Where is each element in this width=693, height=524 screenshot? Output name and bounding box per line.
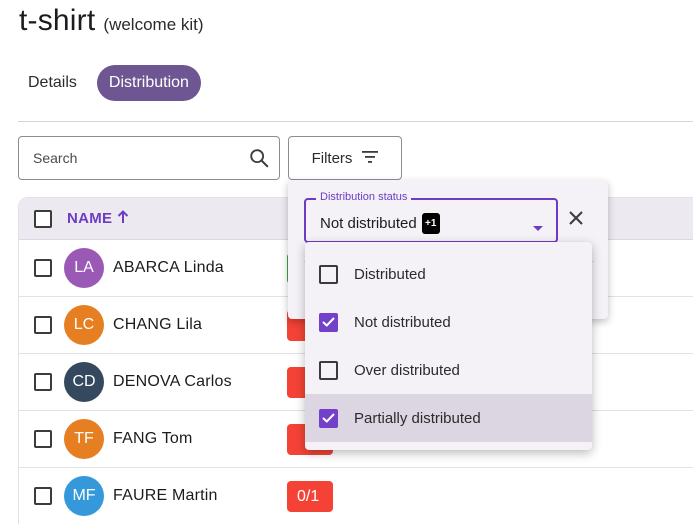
avatar: CD: [64, 362, 104, 402]
row-checkbox[interactable]: [34, 430, 52, 448]
tab-details[interactable]: Details: [16, 65, 89, 101]
page-title: t-shirt: [19, 4, 96, 37]
option-label: Distributed: [354, 265, 426, 283]
member-name: CHANG Lila: [113, 316, 203, 333]
avatar-initials: CD: [72, 373, 96, 390]
search-box[interactable]: [18, 136, 280, 180]
avatar-initials: LA: [74, 259, 94, 276]
filter-icon: [362, 150, 379, 167]
avatar-initials: LC: [73, 316, 95, 333]
checkbox-checked[interactable]: [319, 312, 338, 332]
option-over-distributed[interactable]: Over distributed: [305, 346, 592, 394]
dropdown-arrow-icon: [532, 219, 544, 237]
checkbox[interactable]: [319, 264, 338, 284]
search-input[interactable]: [33, 150, 247, 166]
tab-bar: Details Distribution: [16, 65, 201, 101]
member-name: DENOVA Carlos: [113, 373, 232, 390]
option-label: Over distributed: [354, 361, 460, 379]
close-icon[interactable]: [567, 209, 585, 232]
member-name: FAURE Martin: [113, 487, 218, 504]
avatar: TF: [64, 419, 104, 459]
row-checkbox[interactable]: [34, 316, 52, 334]
select-all-checkbox[interactable]: [34, 209, 52, 228]
sort-ascending-icon[interactable]: [117, 209, 129, 228]
option-label: Not distributed: [354, 313, 451, 331]
filters-label: Filters: [311, 149, 353, 167]
selected-value: Not distributed: [320, 215, 417, 232]
avatar: LC: [64, 305, 104, 345]
member-name: FANG Tom: [113, 430, 193, 447]
option-partially-distributed[interactable]: Partially distributed: [305, 394, 592, 442]
avatar: LA: [64, 248, 104, 288]
check-icon: [322, 413, 335, 423]
page-subtitle: (welcome kit): [103, 15, 204, 34]
divider: [18, 121, 693, 122]
filters-button[interactable]: Filters: [288, 136, 402, 180]
table-row[interactable]: MF FAURE Martin 0/1: [19, 468, 693, 524]
avatar-initials: TF: [74, 430, 94, 447]
row-checkbox[interactable]: [34, 259, 52, 277]
status-chip: 0/1: [287, 481, 333, 512]
field-label: Distribution status: [316, 191, 412, 203]
row-checkbox[interactable]: [34, 487, 52, 505]
option-distributed[interactable]: Distributed: [305, 250, 592, 298]
checkbox-checked[interactable]: [319, 408, 338, 428]
column-header-name[interactable]: NAME: [67, 210, 112, 227]
distribution-status-select[interactable]: Distribution status Not distributed +1: [304, 191, 558, 243]
row-checkbox[interactable]: [34, 373, 52, 391]
search-icon[interactable]: [247, 146, 271, 170]
check-icon: [322, 317, 335, 327]
page-header: t-shirt (welcome kit): [19, 4, 204, 38]
status-options-menu: Distributed Not distributed Over distrib…: [305, 242, 592, 450]
tab-distribution[interactable]: Distribution: [96, 65, 201, 101]
extra-count-badge: +1: [421, 213, 440, 234]
checkbox[interactable]: [319, 360, 338, 380]
option-label: Partially distributed: [354, 409, 481, 427]
member-name: ABARCA Linda: [113, 259, 224, 276]
avatar-initials: MF: [72, 487, 96, 504]
avatar: MF: [64, 476, 104, 516]
option-not-distributed[interactable]: Not distributed: [305, 298, 592, 346]
